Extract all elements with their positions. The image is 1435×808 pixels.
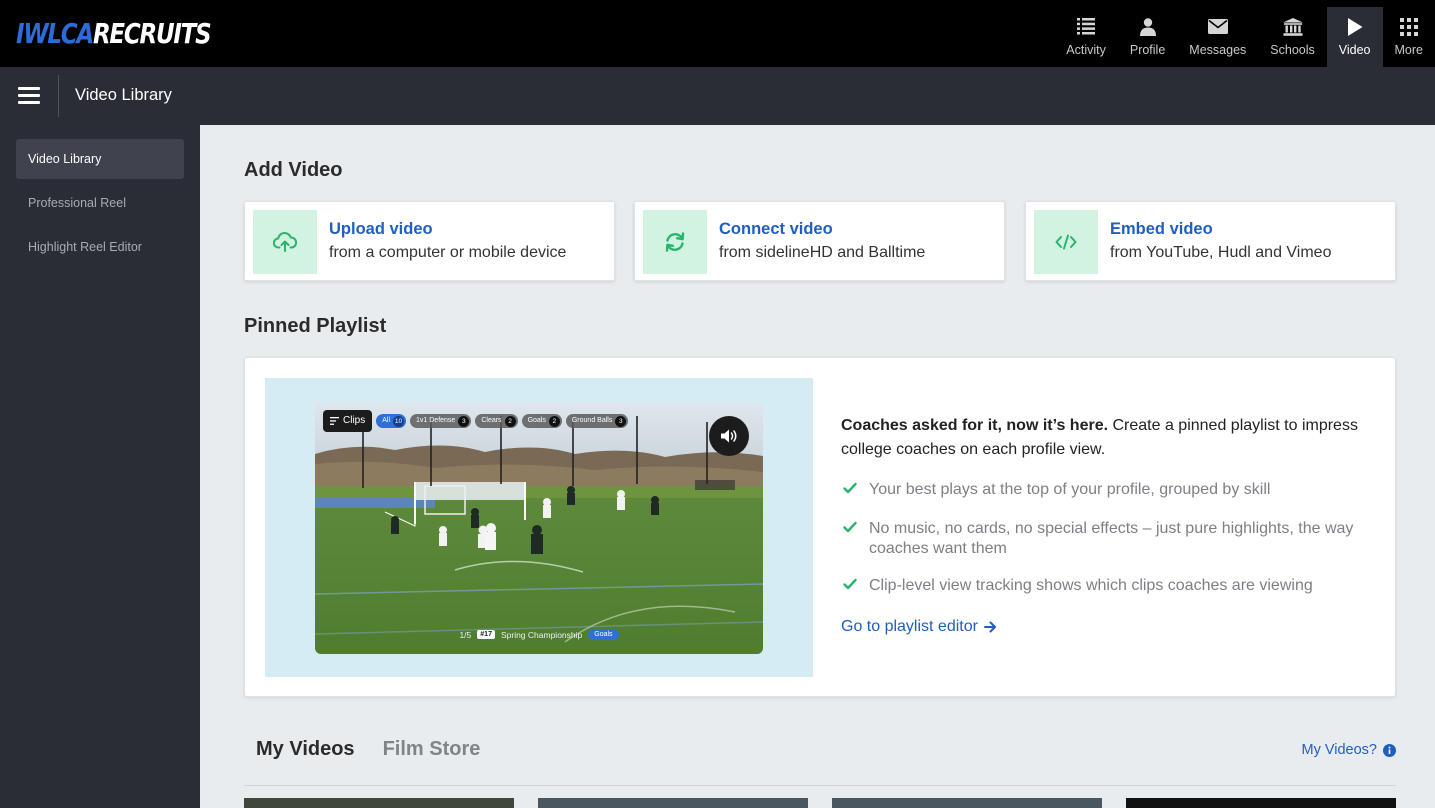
lacrosse-field-image [315, 402, 763, 654]
pinned-playlist-heading: Pinned Playlist [244, 315, 387, 337]
person-icon [1139, 16, 1156, 37]
arrow-right-icon [983, 621, 996, 633]
sidebar-item-professional-reel[interactable]: Professional Reel [16, 183, 184, 223]
upload-video-title[interactable]: Upload video [329, 220, 433, 239]
connect-video-subtitle: from sidelineHD and Balltime [719, 244, 926, 261]
top-navbar: IWLCARECRUITS Activity Profile Messages … [0, 0, 1435, 67]
pinned-playlist-card: Clips All 10 1v1 Defense 3 Clears 2 Goals 2 … [244, 357, 1396, 697]
video-thumbnail[interactable] [1126, 798, 1396, 808]
envelope-icon [1207, 16, 1228, 37]
add-video-heading: Add Video [244, 159, 343, 181]
code-icon [1034, 210, 1098, 274]
nav-more[interactable]: More [1383, 7, 1435, 67]
embed-video-title[interactable]: Embed video [1110, 220, 1213, 239]
check-icon [843, 482, 857, 494]
chip-clears[interactable]: Clears 2 [475, 414, 518, 428]
check-icon [843, 578, 857, 590]
upload-video-card[interactable]: Upload video from a computer or mobile d… [244, 201, 615, 281]
go-to-playlist-editor-link[interactable]: Go to playlist editor [841, 618, 997, 636]
bank-icon [1282, 16, 1303, 37]
clips-button[interactable]: Clips [323, 410, 373, 432]
video-thumbnail[interactable] [832, 798, 1102, 808]
sub-header: Video Library [0, 67, 1435, 125]
sidebar: Video Library Professional Reel Highligh… [0, 125, 200, 808]
iwlca-recruits-logo[interactable]: IWLCARECRUITS [16, 17, 212, 51]
upload-video-subtitle: from a computer or mobile device [329, 244, 567, 261]
nav-schools[interactable]: Schools [1258, 7, 1326, 67]
sidebar-item-highlight-reel-editor[interactable]: Highlight Reel Editor [16, 227, 184, 267]
info-icon [1383, 743, 1396, 757]
clip-filter-chips: Clips All 10 1v1 Defense 3 Clears 2 Goals 2 … [323, 410, 629, 432]
chip-ground-balls[interactable]: Ground Balls 3 [565, 414, 629, 428]
header-divider [58, 75, 59, 117]
chip-goals[interactable]: Goals 2 [521, 414, 562, 428]
feature-bullet: Your best plays at the top of your profi… [841, 480, 1371, 500]
page-title: Video Library [75, 86, 172, 104]
sidebar-item-video-library[interactable]: Video Library [16, 139, 184, 179]
my-videos-help-link[interactable]: My Videos? [1302, 742, 1396, 758]
hamburger-menu-icon[interactable] [18, 87, 40, 104]
video-tabs: My Videos Film Store [244, 738, 508, 764]
skill-tag: Goals [588, 629, 619, 640]
play-icon [1347, 16, 1363, 37]
list-icon [1077, 16, 1096, 37]
nav-video[interactable]: Video [1326, 7, 1383, 67]
connect-video-card[interactable]: Connect video from sidelineHD and Ballti… [634, 201, 1005, 281]
video-caption: 1/5 #17 Spring Championship Goals [315, 629, 763, 640]
feature-bullet: No music, no cards, no special effects –… [841, 519, 1371, 559]
embed-video-card[interactable]: Embed video from YouTube, Hudl and Vimeo [1025, 201, 1396, 281]
chip-all[interactable]: All 10 [376, 414, 407, 428]
sync-icon [643, 210, 707, 274]
feature-bullet: Clip-level view tracking shows which cli… [841, 576, 1371, 596]
nav-activity[interactable]: Activity [1054, 7, 1118, 67]
playlist-lead-text: Coaches asked for it, now it’s here. Cre… [841, 417, 1358, 458]
volume-button[interactable] [709, 416, 749, 456]
tab-film-store[interactable]: Film Store [383, 738, 481, 764]
playlist-description: Coaches asked for it, now it’s here. Cre… [841, 414, 1371, 636]
cloud-upload-icon [253, 210, 317, 274]
jersey-badge: #17 [477, 630, 495, 639]
tab-my-videos[interactable]: My Videos [256, 738, 355, 764]
embed-video-subtitle: from YouTube, Hudl and Vimeo [1110, 244, 1332, 261]
chip-1v1-defense[interactable]: 1v1 Defense 3 [410, 414, 472, 428]
check-icon [843, 521, 857, 533]
nav-profile[interactable]: Profile [1118, 7, 1177, 67]
main-nav: Activity Profile Messages Schools Video [1054, 7, 1435, 67]
grid-icon [1399, 16, 1418, 37]
video-thumbnail[interactable] [538, 798, 808, 808]
playlist-preview-panel: Clips All 10 1v1 Defense 3 Clears 2 Goals 2 … [265, 378, 813, 677]
tabs-divider [244, 785, 1396, 786]
connect-video-title[interactable]: Connect video [719, 220, 833, 239]
speaker-icon [721, 429, 737, 443]
playlist-video-preview[interactable]: Clips All 10 1v1 Defense 3 Clears 2 Goals 2 … [315, 402, 763, 654]
video-thumbnail[interactable] [244, 798, 514, 808]
nav-messages[interactable]: Messages [1177, 7, 1258, 67]
filter-lines-icon [330, 417, 339, 425]
